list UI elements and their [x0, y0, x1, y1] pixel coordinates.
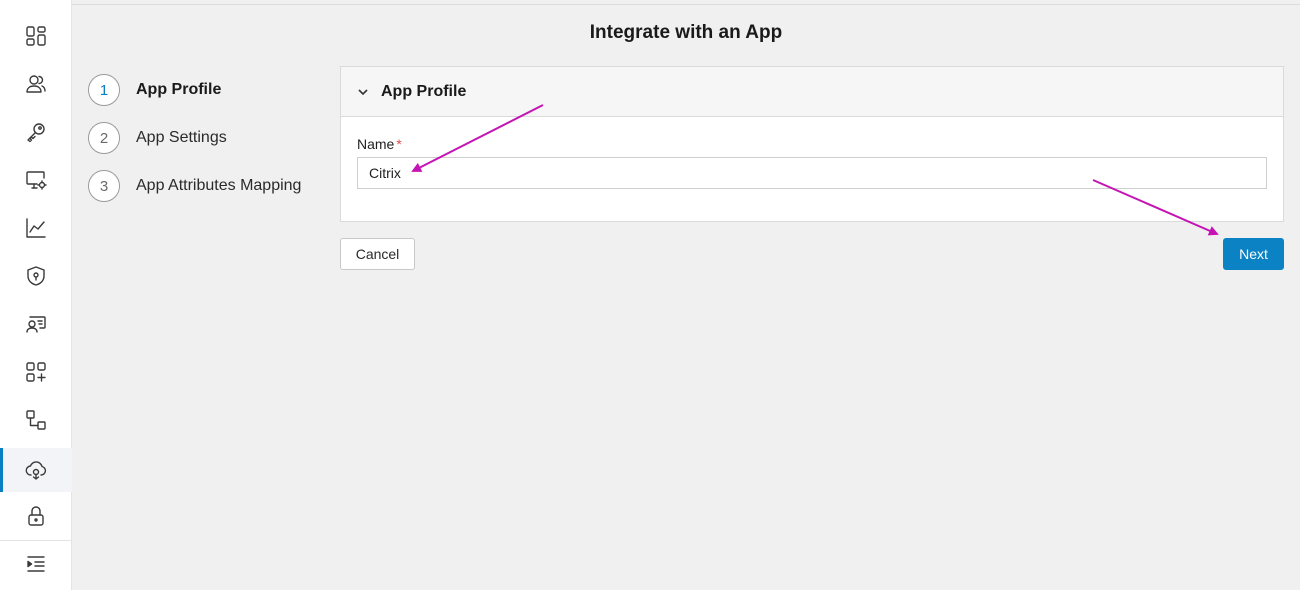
stepper-step-app-attributes-mapping[interactable]: 3 App Attributes Mapping — [88, 170, 301, 202]
sidebar-divider — [0, 540, 72, 541]
stepper-step-app-profile[interactable]: 1 App Profile — [88, 74, 221, 106]
panel-title: App Profile — [381, 82, 467, 100]
step-label: App Settings — [136, 129, 227, 146]
name-input[interactable] — [357, 157, 1267, 189]
users-icon — [26, 75, 46, 93]
dashboard-icon — [26, 26, 46, 46]
chart-line-icon — [26, 218, 46, 238]
sidebar-item-reports[interactable] — [0, 206, 72, 250]
step-number-badge: 1 — [88, 74, 120, 106]
apps-add-icon — [26, 362, 46, 382]
shield-icon — [27, 266, 45, 286]
sidebar-item-lock[interactable] — [0, 494, 72, 538]
chevron-down-icon — [358, 88, 368, 95]
sidebar — [0, 0, 72, 590]
sidebar-collapse-toggle[interactable] — [0, 542, 72, 586]
sidebar-item-devices[interactable] — [0, 158, 72, 202]
key-icon — [27, 123, 45, 143]
stepper-step-app-settings[interactable]: 2 App Settings — [88, 122, 227, 154]
step-number-badge: 2 — [88, 122, 120, 154]
required-marker: * — [396, 136, 402, 152]
app-profile-panel-header[interactable]: App Profile — [341, 67, 1283, 117]
sidebar-item-dashboard[interactable] — [0, 14, 72, 58]
name-field-label: Name * — [357, 136, 402, 152]
workflow-icon — [26, 410, 46, 430]
step-label: App Attributes Mapping — [136, 177, 302, 194]
header-divider — [72, 4, 1300, 5]
step-number-badge: 3 — [88, 170, 120, 202]
monitor-settings-icon — [26, 171, 47, 190]
sidebar-item-integrations[interactable] — [0, 448, 72, 492]
sidebar-item-workflows[interactable] — [0, 398, 72, 442]
sidebar-item-security[interactable] — [0, 254, 72, 298]
next-button[interactable]: Next — [1223, 238, 1284, 270]
user-card-icon — [26, 316, 46, 333]
sidebar-item-apps[interactable] — [0, 350, 72, 394]
sidebar-item-identity[interactable] — [0, 302, 72, 346]
sidebar-item-users[interactable] — [0, 62, 72, 106]
cloud-integration-icon — [25, 461, 47, 480]
app-profile-panel: App Profile Name * — [340, 66, 1284, 222]
collapse-menu-icon — [27, 556, 45, 572]
sidebar-item-keys[interactable] — [0, 110, 72, 154]
page-title: Integrate with an App — [589, 22, 783, 43]
step-label: App Profile — [136, 81, 222, 98]
cancel-button[interactable]: Cancel — [340, 238, 415, 270]
lock-icon — [28, 506, 44, 526]
